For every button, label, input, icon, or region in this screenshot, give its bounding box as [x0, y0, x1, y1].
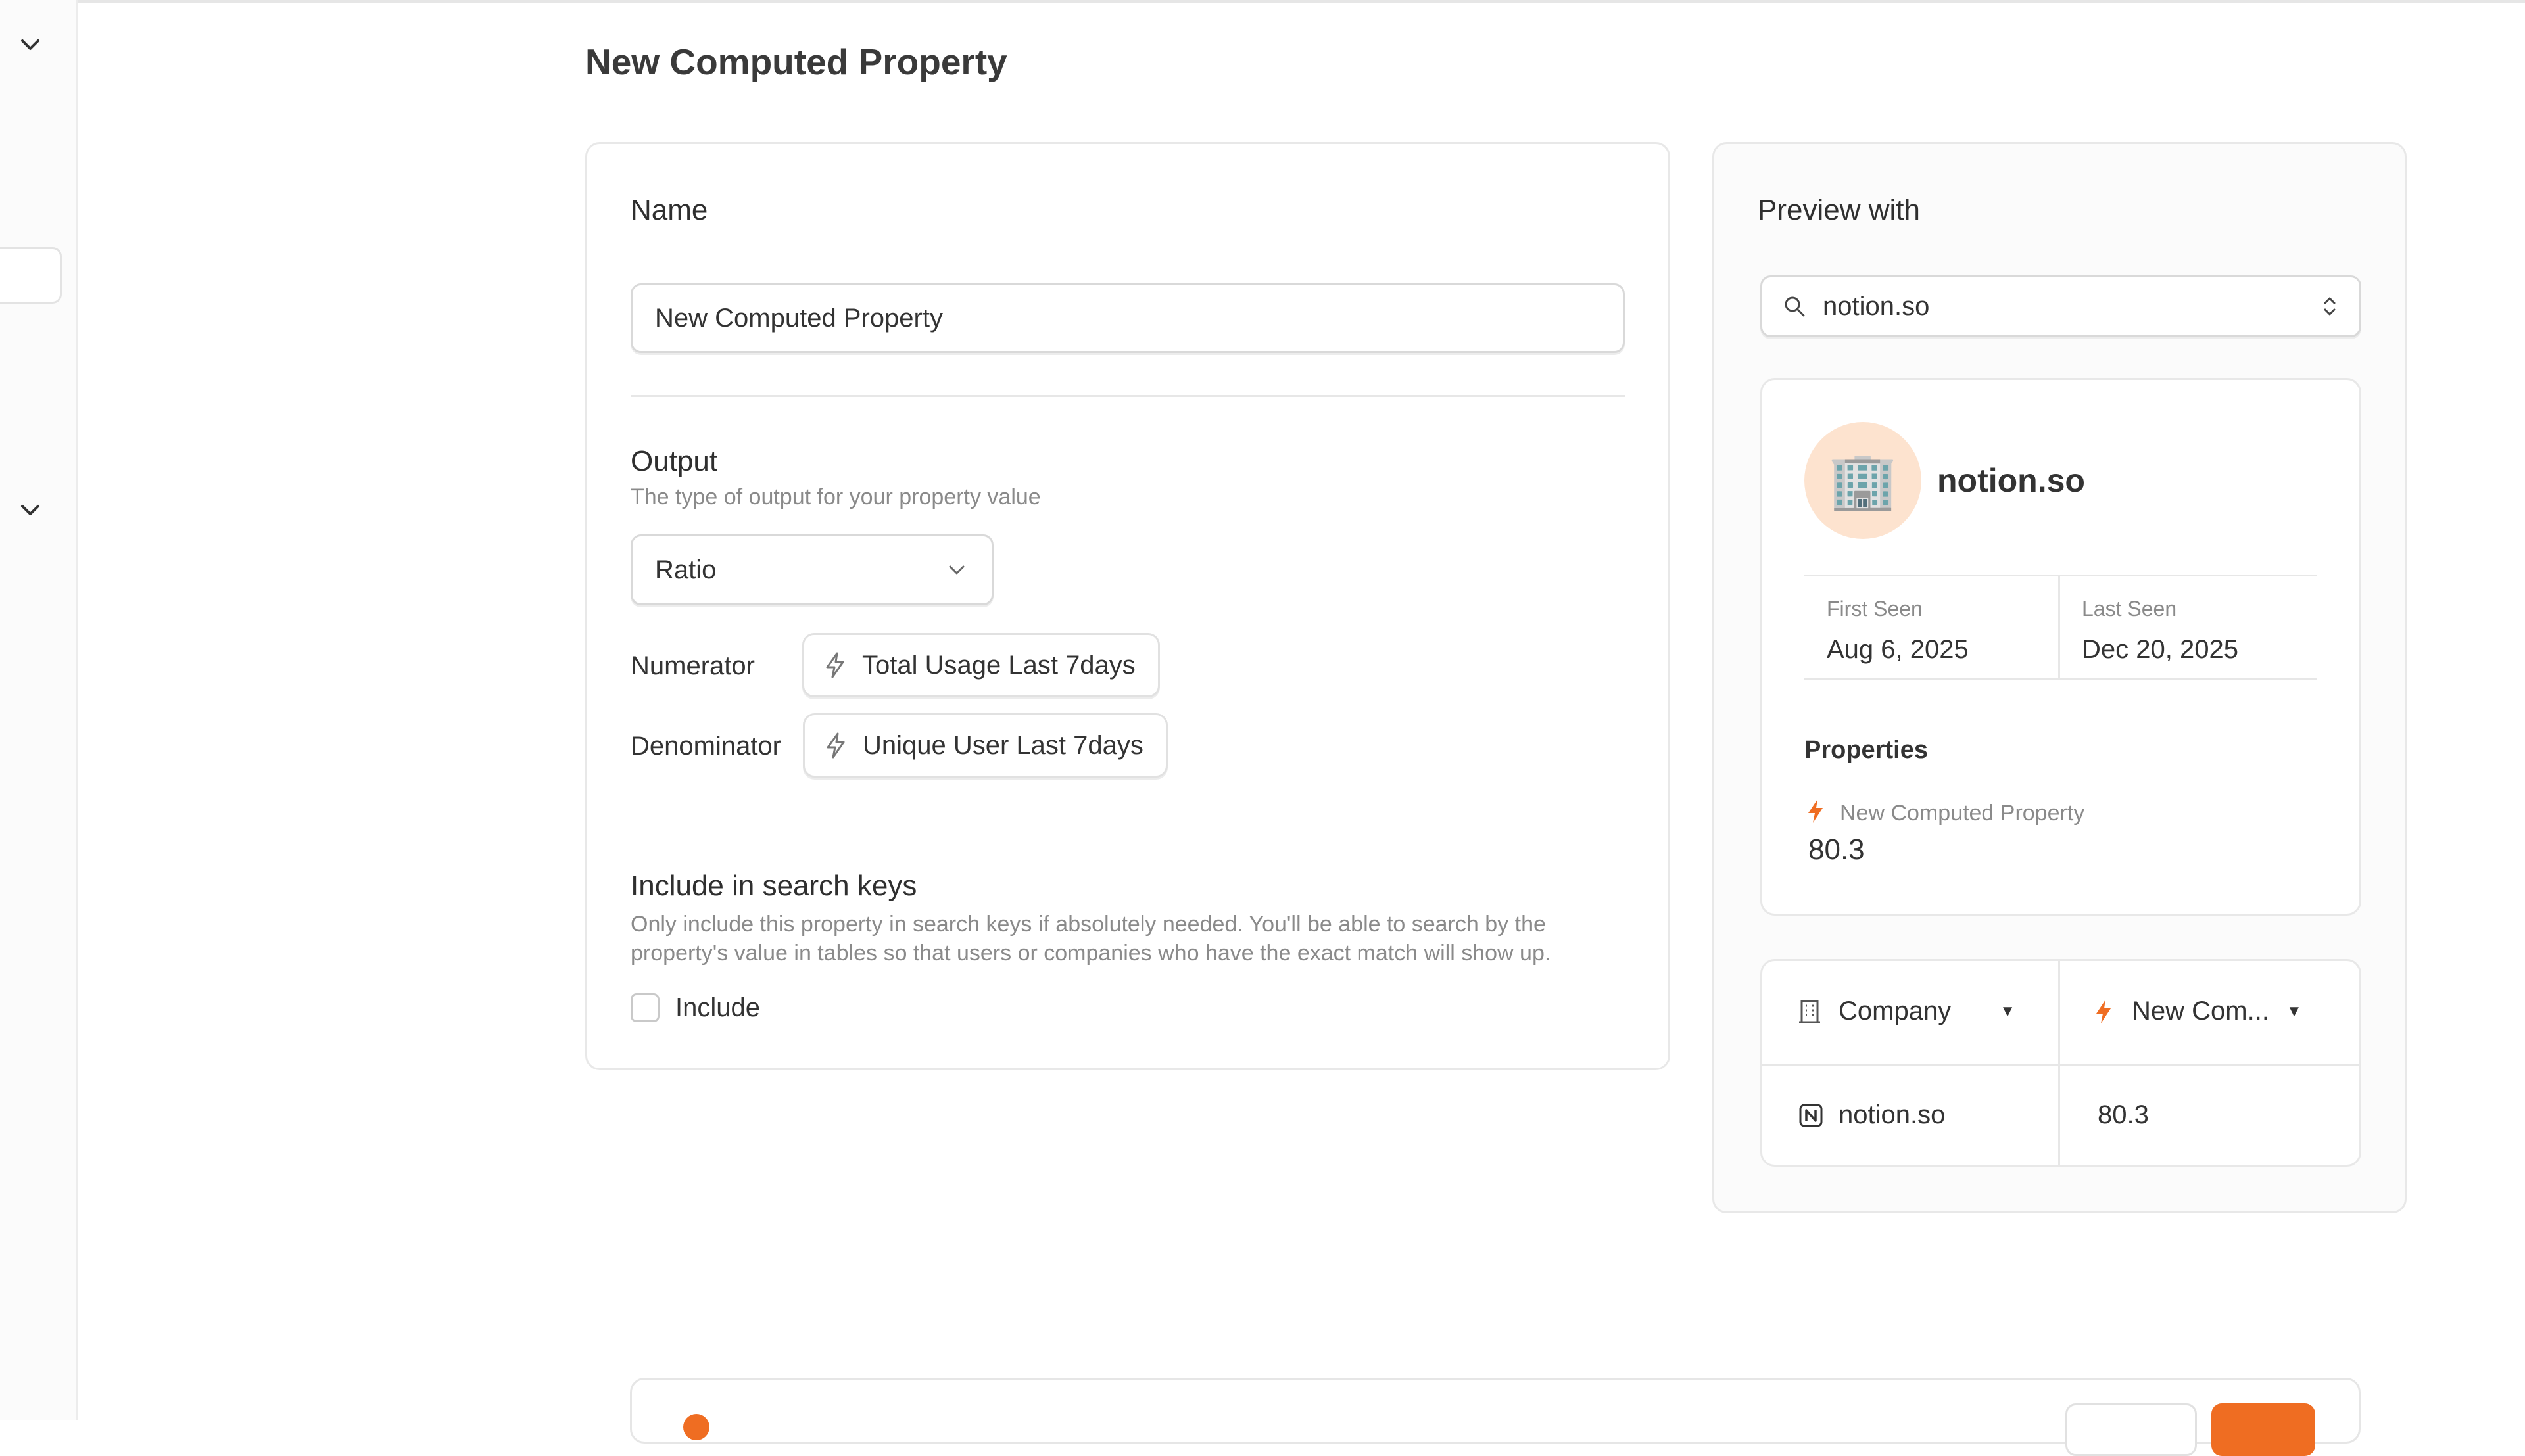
include-label[interactable]: Include	[675, 993, 760, 1023]
last-seen-value: Dec 20, 2025	[2082, 635, 2238, 664]
denominator-label: Denominator	[631, 732, 782, 761]
search-keys-hint-line-2: property's value in tables so that users…	[631, 941, 1551, 966]
name-input-value: New Computed Property	[655, 303, 943, 333]
sidebar-input[interactable]	[0, 247, 62, 304]
row-company-name: notion.so	[1839, 1100, 1946, 1129]
preview-select-content: notion.so	[1782, 292, 1929, 321]
status-dot-icon	[683, 1414, 709, 1440]
column-divider	[2058, 575, 2060, 680]
lightning-icon	[827, 732, 845, 759]
name-input[interactable]: New Computed Property	[631, 283, 1625, 353]
properties-label: Properties	[1804, 736, 1928, 764]
row-computed-value: 80.3	[2098, 1100, 2149, 1129]
chevron-down-icon	[949, 565, 965, 575]
preview-panel: Preview with notion.so 🏢 notion.so First…	[1712, 142, 2407, 1213]
column-header-computed[interactable]: New Com... ▼	[2094, 997, 2302, 1026]
column-header-company-label: Company	[1839, 997, 1952, 1025]
numerator-value: Total Usage Last 7days	[862, 650, 1136, 680]
output-type-value: Ratio	[655, 555, 717, 584]
lightning-icon	[1808, 799, 1823, 823]
search-icon	[1785, 296, 1805, 317]
first-seen-label: First Seen	[1827, 597, 1923, 621]
include-checkbox[interactable]	[631, 993, 660, 1022]
denominator-value: Unique User Last 7days	[863, 730, 1143, 760]
secondary-action-button[interactable]	[2065, 1403, 2197, 1456]
divider	[1804, 678, 2317, 680]
property-form-card: Name New Computed Property Output The ty…	[585, 142, 1670, 1070]
preview-entity-select[interactable]: notion.so	[1760, 275, 2361, 337]
output-label: Output	[631, 445, 718, 477]
entity-avatar: 🏢	[1804, 422, 1921, 539]
chevron-down-icon[interactable]	[17, 497, 43, 523]
preview-title: Preview with	[1758, 194, 1920, 226]
caret-down-icon: ▼	[2286, 1002, 2302, 1020]
preview-table: Company ▼ New Com... ▼ notion.so 80.3	[1760, 959, 2361, 1167]
denominator-pill[interactable]: Unique User Last 7days	[803, 713, 1168, 778]
property-name: New Computed Property	[1840, 801, 2085, 826]
building-emoji-icon: 🏢	[1828, 449, 1898, 511]
numerator-label: Numerator	[631, 651, 755, 680]
output-type-select[interactable]: Ratio	[631, 534, 994, 605]
last-seen-label: Last Seen	[2082, 597, 2177, 621]
search-keys-hint-line-1: Only include this property in search key…	[631, 912, 1546, 937]
preview-select-value: notion.so	[1823, 291, 1930, 321]
column-header-computed-label: New Com...	[2132, 997, 2269, 1025]
first-seen-value: Aug 6, 2025	[1827, 635, 1969, 664]
search-keys-title: Include in search keys	[631, 870, 917, 902]
bottom-action-bar	[630, 1378, 2361, 1456]
divider	[631, 395, 1625, 397]
lightning-icon	[826, 652, 844, 678]
divider	[1762, 1064, 2359, 1066]
name-label: Name	[631, 194, 708, 226]
up-down-chevron-icon	[2324, 297, 2336, 316]
page-title: New Computed Property	[585, 41, 1007, 82]
notion-logo-icon	[1799, 1104, 1823, 1127]
entity-preview-card: 🏢 notion.so First Seen Aug 6, 2025 Last …	[1760, 378, 2361, 916]
output-hint: The type of output for your property val…	[631, 484, 1041, 509]
lightning-icon	[2096, 999, 2111, 1023]
numerator-pill[interactable]: Total Usage Last 7days	[802, 633, 1160, 697]
sidebar	[0, 0, 78, 1420]
building-icon	[1799, 1000, 1820, 1023]
chevron-down-icon[interactable]	[17, 32, 43, 58]
entity-name: notion.so	[1937, 462, 2085, 499]
caret-down-icon: ▼	[2000, 1002, 2015, 1020]
divider	[1804, 575, 2317, 576]
column-header-company[interactable]: Company ▼	[1798, 997, 2015, 1026]
property-value: 80.3	[1808, 834, 1865, 866]
table-row[interactable]: notion.so	[1798, 1100, 1945, 1130]
top-border	[78, 0, 2525, 3]
primary-action-button[interactable]	[2211, 1403, 2315, 1456]
